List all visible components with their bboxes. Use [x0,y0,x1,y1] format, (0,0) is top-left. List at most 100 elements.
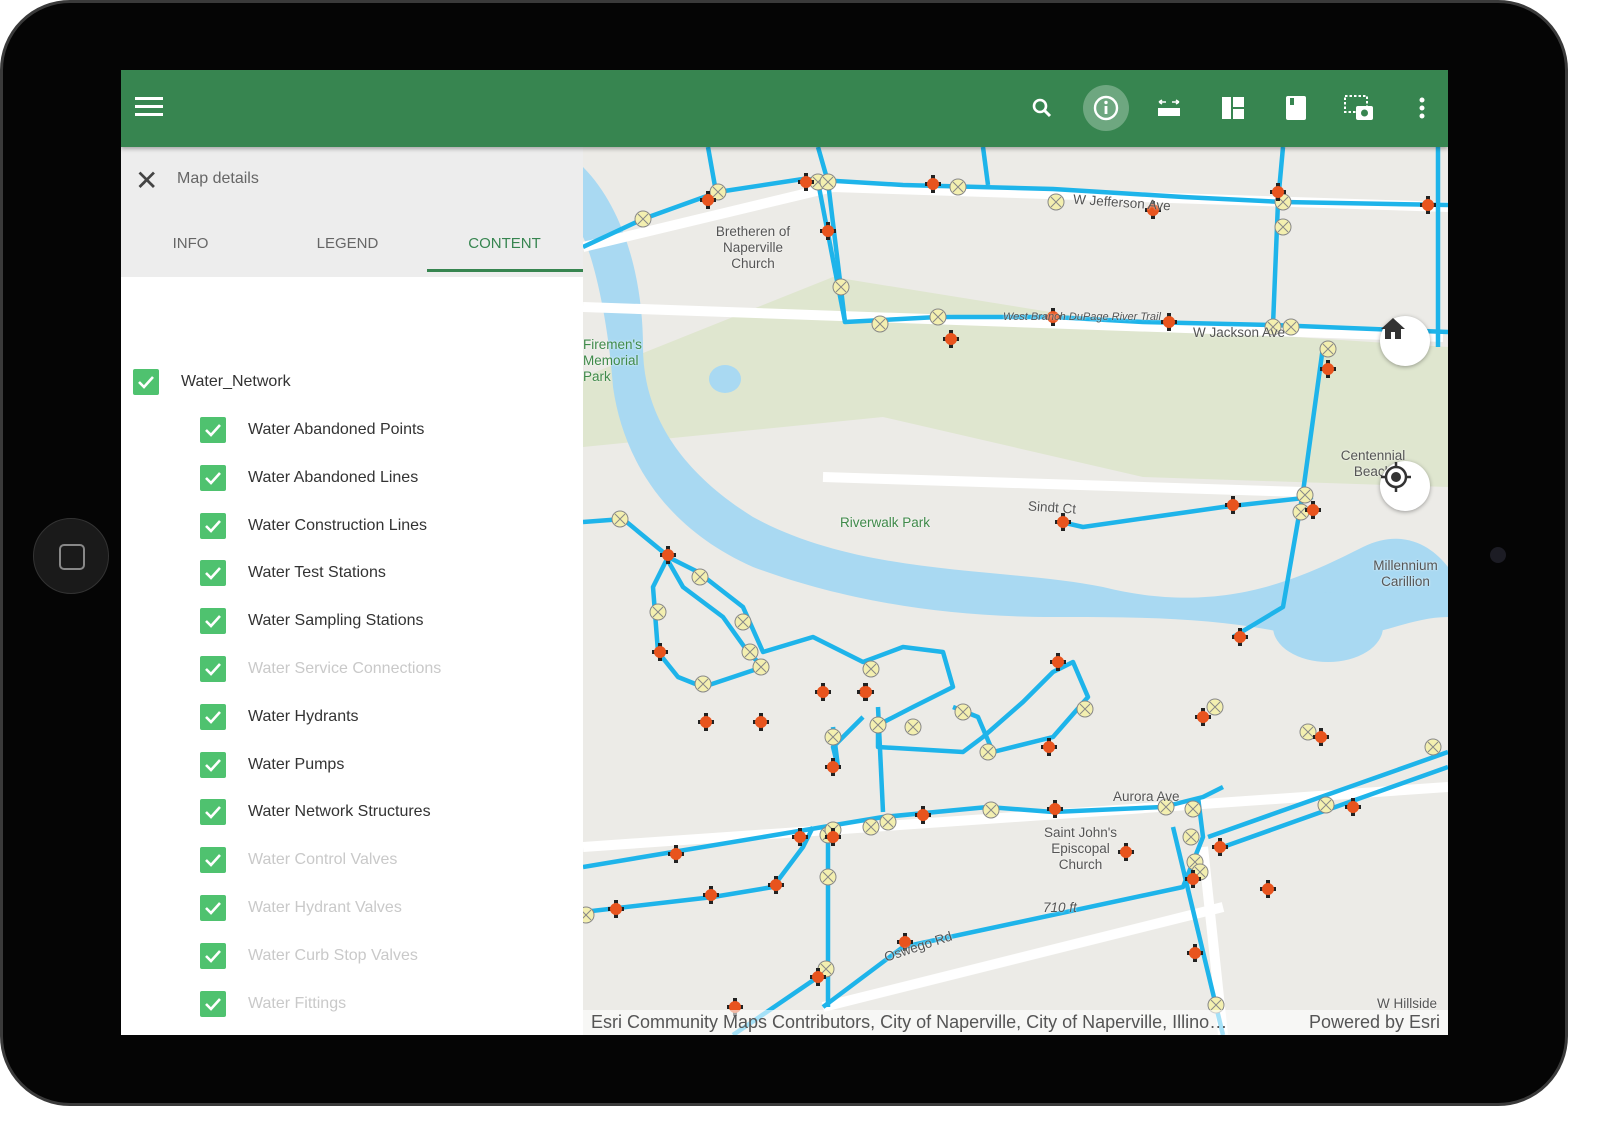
valve-marker [929,308,947,326]
hydrant-marker [858,683,874,701]
hydrant-marker [1225,496,1241,514]
valve-marker [1182,828,1200,846]
checkbox[interactable] [200,703,226,730]
layer-item[interactable]: Water Service Connections [200,654,441,684]
layer-item[interactable]: Water Abandoned Lines [200,463,418,493]
info-icon[interactable] [1083,85,1129,131]
checkbox[interactable] [200,512,226,539]
tab-indicator [427,269,583,272]
checkbox[interactable] [200,799,226,826]
layer-item[interactable]: Water Sampling Stations [200,606,423,636]
layer-item[interactable]: Water Fittings [200,989,346,1019]
map-label-saint-john: Saint John's Episcopal Church [1043,825,1118,872]
layout-icon[interactable] [1210,85,1256,131]
checkbox[interactable] [200,656,226,682]
layer-label: Water Abandoned Points [248,421,425,438]
valve-marker [634,210,652,228]
checkbox[interactable] [200,751,226,778]
layer-item[interactable]: Water Hydrants [200,702,359,732]
tab-legend[interactable]: LEGEND [270,235,425,252]
water-main-line [1270,147,1286,326]
valve-marker [879,813,897,831]
layer-label: Water Network Structures [248,803,431,821]
camera [1490,547,1506,563]
water-main-line [980,147,991,186]
search-icon[interactable] [1019,85,1065,131]
screenshot-icon[interactable] [1336,85,1382,131]
checkbox[interactable] [200,847,226,874]
valve-marker [1047,193,1065,211]
bookmark-icon[interactable] [1273,85,1319,131]
top-toolbar [121,70,1448,147]
valve-marker [1296,486,1314,504]
layer-item[interactable]: Water Control Valves [200,845,397,875]
home-button[interactable] [1380,316,1430,366]
layer-item[interactable]: Water Construction Lines [200,511,427,541]
valve-marker [819,868,837,886]
valve-marker [904,718,922,736]
checkbox[interactable] [200,990,226,1017]
layer-group-water-network[interactable]: Water_Network [133,367,291,397]
home-icon [1381,318,1405,339]
layer-item[interactable]: Water Pumps [200,750,344,780]
checkbox[interactable] [200,608,226,635]
panel-title: Map details [177,170,259,187]
valve-marker [1076,700,1094,718]
layer-label: Water Abandoned Lines [248,468,419,486]
layer-label: Water Hydrants [248,707,359,725]
menu-icon[interactable] [135,97,163,119]
hydrant-marker [608,900,624,918]
checkbox[interactable] [200,464,226,491]
checkbox[interactable] [200,560,226,587]
map-view[interactable]: Bretheren of Naperville Church Firemen's… [583,147,1448,1035]
checkbox[interactable] [200,417,226,443]
checkbox[interactable] [133,369,159,395]
powered-by-esri[interactable]: Powered by Esri [1309,1012,1440,1033]
valve-marker [869,716,887,734]
locate-icon [1381,462,1411,492]
valve-marker [949,178,967,196]
valve-marker [862,660,880,678]
valve-marker [1319,340,1337,358]
close-icon[interactable]: ✕ [135,167,158,195]
layer-item[interactable]: Water Abandoned Points [200,415,424,445]
checkbox[interactable] [200,942,226,969]
map-label-millennium: Millennium Carillion [1373,558,1438,589]
valve-marker [1206,698,1224,716]
valve-marker [982,801,1000,819]
map-label-riverwalk-park: Riverwalk Park [840,515,931,530]
layer-label: Water Construction Lines [248,516,428,534]
water-main-line [1222,764,1448,850]
checkbox[interactable] [200,895,226,921]
valve-marker [1274,218,1292,236]
home-button[interactable] [33,518,109,594]
hydrant-marker [1212,838,1228,856]
map-label-church: Bretheren of Naperville Church [715,224,791,271]
hydrant-marker [698,713,714,731]
valve-marker [649,603,667,621]
hydrant-marker [1260,880,1276,898]
valve-marker [1317,796,1335,814]
hydrant-marker [703,886,719,904]
layer-item[interactable]: Water Network Structures [200,797,431,827]
layer-item[interactable]: Water Test Stations [200,558,386,588]
layer-item[interactable]: Water Hydrant Valves [200,893,402,923]
locate-button[interactable] [1380,461,1430,511]
tab-info[interactable]: INFO [121,235,268,252]
valve-marker [979,743,997,761]
layer-item[interactable]: Water Curb Stop Valves [200,941,418,971]
layer-label: Water_Network [181,373,291,390]
layer-label: Water Service Connections [248,660,442,677]
layer-label: Water Sampling Stations [248,612,424,630]
attribution-bar: Esri Community Maps Contributors, City o… [583,1010,1448,1035]
more-vert-icon[interactable] [1399,85,1445,131]
tab-content[interactable]: CONTENT [427,235,582,252]
panel-header: ✕ Map details INFO LEGEND CONTENT [121,147,583,277]
map-label-aurora: Aurora Ave [1113,789,1180,804]
valve-marker [583,906,595,924]
layer-label: Water Test Stations [248,564,386,582]
measure-icon[interactable] [1146,85,1192,131]
map-canvas[interactable] [583,147,1448,1035]
valve-marker [819,173,837,191]
valve-marker [691,568,709,586]
